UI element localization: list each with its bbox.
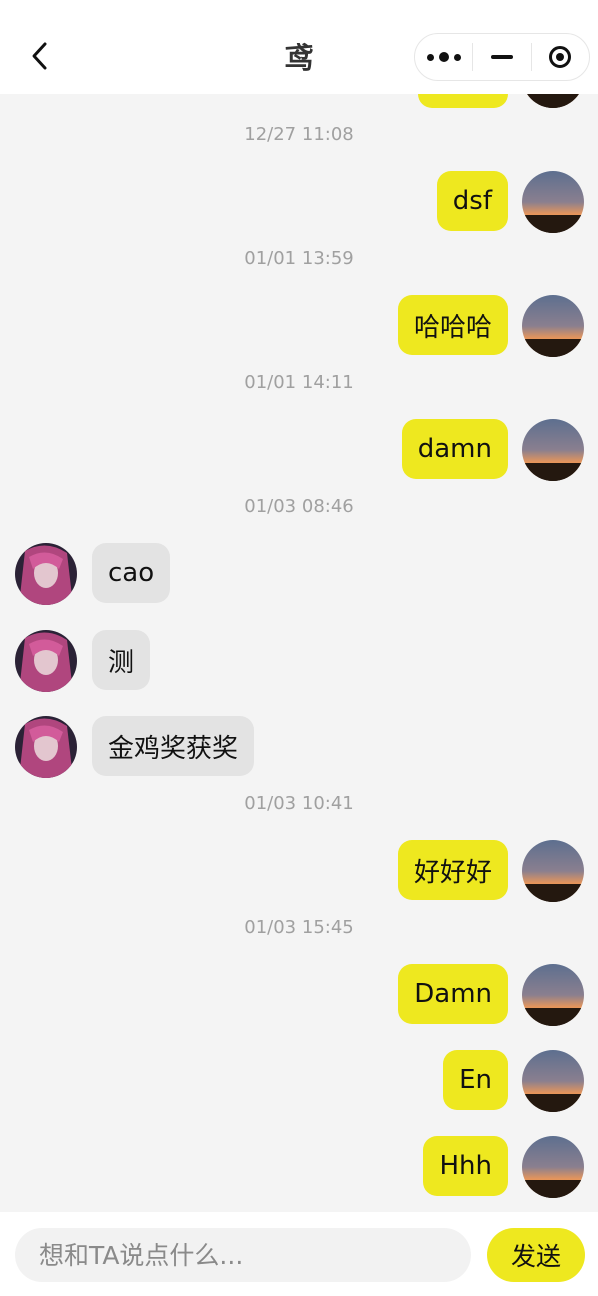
message-input[interactable]	[15, 1228, 471, 1282]
my-avatar[interactable]	[522, 419, 584, 481]
message-bubble[interactable]: cao	[92, 543, 171, 603]
navigation-bar: 鸢	[0, 0, 598, 94]
contact-avatar[interactable]	[15, 543, 77, 605]
message-bubble[interactable]: Damn	[398, 964, 508, 1024]
contact-avatar[interactable]	[15, 630, 77, 692]
message-bubble[interactable]: 好好好	[397, 840, 508, 900]
message-bubble[interactable]: 测	[92, 630, 151, 690]
timestamp: 01/03 08:46	[244, 496, 354, 517]
my-avatar[interactable]	[522, 295, 584, 357]
timestamp: 12/27 11:08	[244, 124, 354, 145]
close-target-icon	[549, 46, 572, 68]
message-bubble[interactable]: Hhh	[423, 1136, 508, 1196]
more-button[interactable]	[415, 34, 472, 80]
my-avatar[interactable]	[522, 964, 584, 1026]
minimize-icon	[490, 55, 513, 59]
composer-bar: 发送	[0, 1212, 598, 1296]
message-bubble[interactable]: En	[443, 1050, 508, 1110]
miniprogram-capsule	[414, 33, 590, 81]
my-avatar[interactable]	[522, 171, 584, 233]
message-bubble[interactable]: 金鸡奖获奖	[92, 716, 255, 776]
minimize-button[interactable]	[473, 34, 530, 80]
message-bubble[interactable]: dsf	[436, 171, 508, 231]
timestamp: 01/03 15:45	[244, 917, 354, 938]
my-avatar[interactable]	[522, 1050, 584, 1112]
message-bubble[interactable]: damn	[401, 419, 508, 479]
contact-avatar[interactable]	[15, 716, 77, 778]
chat-scroll-area[interactable]: 12/27 11:08 dsf 01/01 13:59 哈哈哈 01/01 14…	[0, 0, 598, 1212]
message-bubble[interactable]: 哈哈哈	[397, 295, 508, 355]
timestamp: 01/01 13:59	[244, 248, 354, 269]
my-avatar[interactable]	[522, 1136, 584, 1198]
more-dots-icon	[426, 52, 461, 62]
close-button[interactable]	[532, 34, 589, 80]
send-button[interactable]: 发送	[487, 1228, 585, 1282]
my-avatar[interactable]	[522, 840, 584, 902]
timestamp: 01/03 10:41	[244, 793, 354, 814]
timestamp: 01/01 14:11	[244, 372, 354, 393]
